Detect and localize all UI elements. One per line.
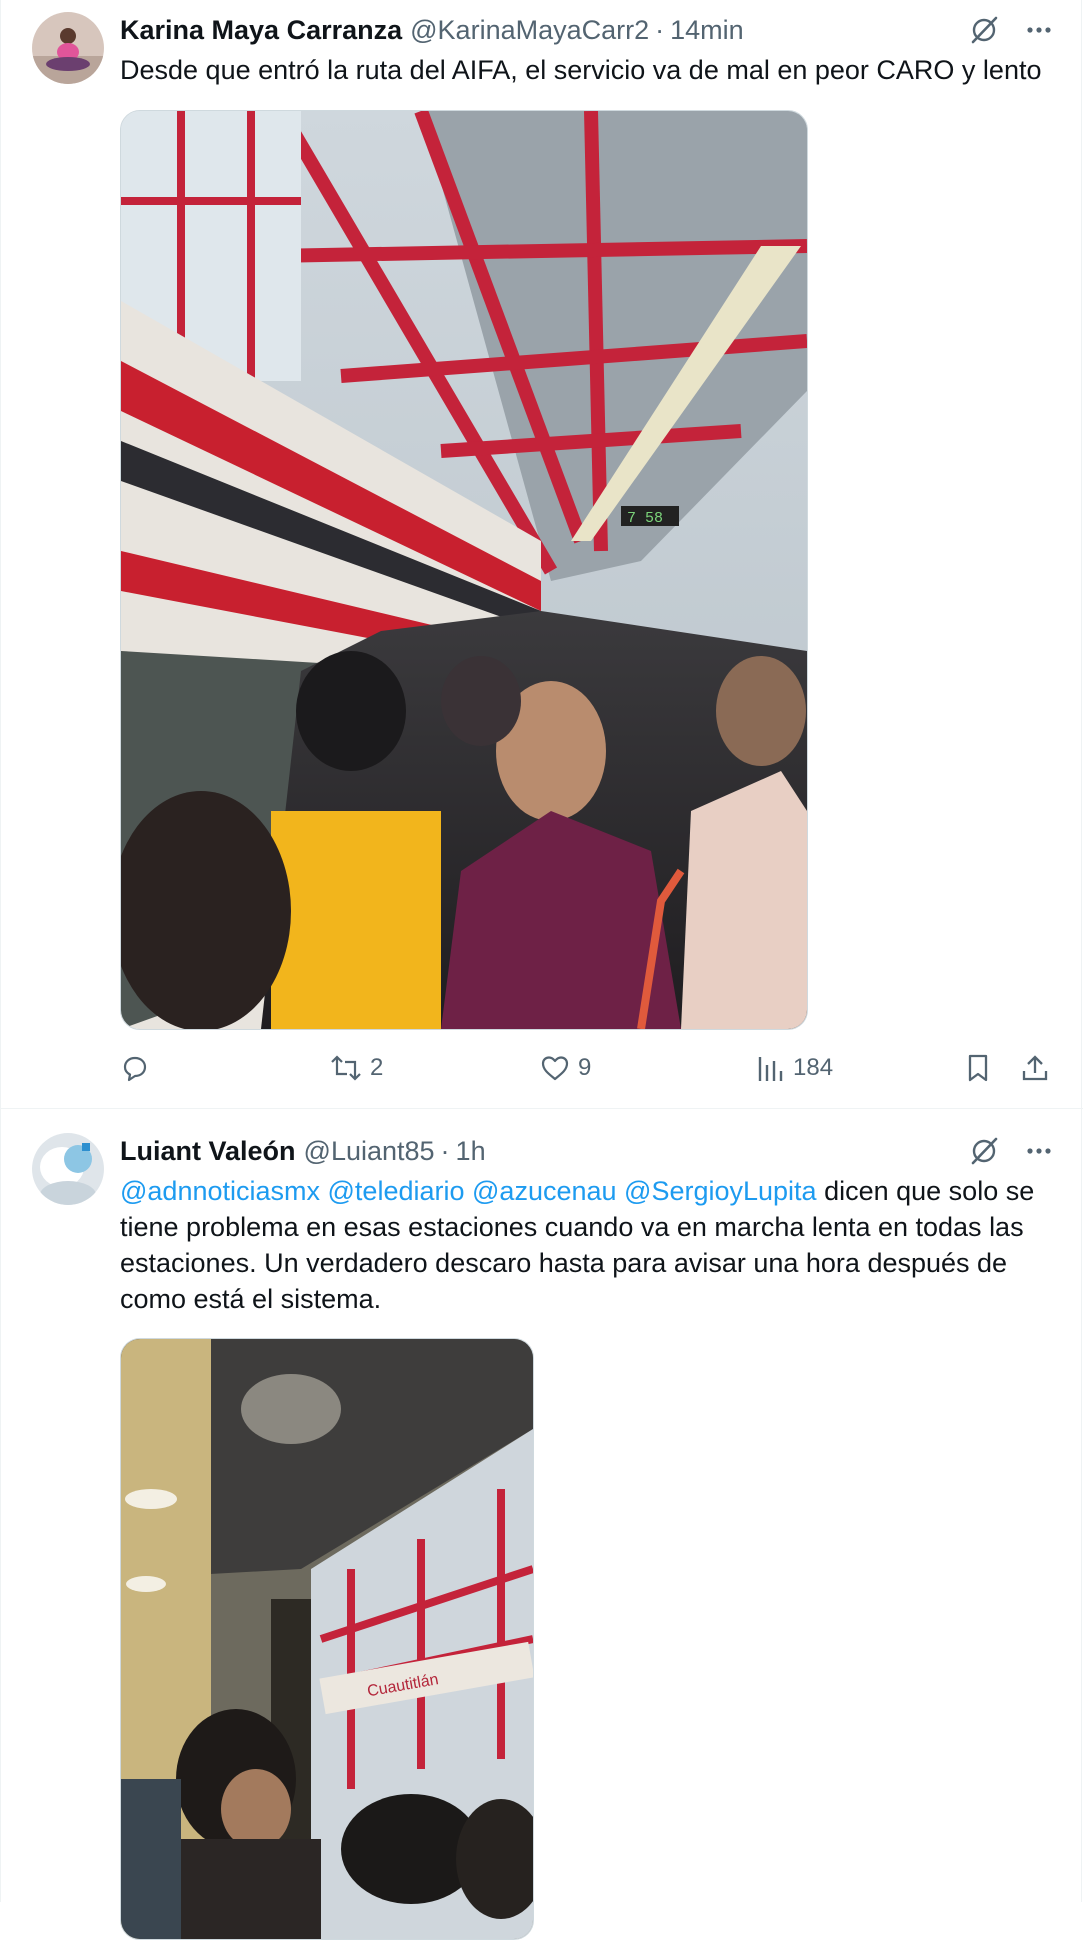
separator: · [440, 1135, 450, 1166]
mention-link[interactable]: @azucenau [472, 1176, 617, 1206]
views-button[interactable]: 184 [755, 1048, 833, 1088]
station-clock-text: 7 58 [627, 510, 663, 527]
author-name[interactable]: Karina Maya Carranza [120, 15, 402, 46]
tweet-photo[interactable]: Cuautitlán [120, 1338, 534, 1940]
bookmark-icon [963, 1053, 993, 1083]
reply-button[interactable] [120, 1048, 158, 1088]
views-count: 184 [793, 1054, 834, 1081]
author-name[interactable]: Luiant Valeón [120, 1136, 296, 1167]
author-handle[interactable]: @KarinaMayaCarr2 [410, 15, 649, 46]
tweet-1[interactable]: Karina Maya Carranza @KarinaMayaCarr2 · … [1, 0, 1083, 1107]
tweet-text: Desde que entró la ruta del AIFA, el ser… [120, 55, 1042, 85]
tweet-top-icons [969, 12, 1053, 48]
tweet-2[interactable]: Luiant Valeón @Luiant85 · 1h @adnnoticia… [1, 1109, 1083, 1940]
photo-train-platform: 7 58 [121, 111, 807, 1029]
views-bars-icon [755, 1053, 785, 1083]
share-button[interactable] [1020, 1048, 1050, 1088]
tweet-top-icons [969, 1133, 1053, 1169]
bookmark-button[interactable] [963, 1048, 993, 1088]
repost-button[interactable]: 2 [330, 1048, 383, 1088]
repost-arrows-icon [330, 1053, 362, 1083]
timeline-feed: Karina Maya Carranza @KarinaMayaCarr2 · … [0, 0, 1083, 1940]
timestamp[interactable]: 1h [456, 1136, 486, 1167]
avatar[interactable] [32, 12, 104, 84]
grok-slash-icon[interactable] [969, 1136, 999, 1166]
mention-link[interactable]: @adnnoticiasmx [120, 1176, 320, 1206]
mention-link[interactable]: @telediario [328, 1176, 465, 1206]
grok-slash-icon[interactable] [969, 15, 999, 45]
tweet-photo[interactable]: 7 58 [120, 110, 808, 1030]
like-count: 9 [578, 1054, 592, 1081]
heart-icon [540, 1053, 570, 1083]
reply-bubble-icon [120, 1053, 150, 1083]
tweet-text: @adnnoticiasmx @telediario @azucenau @Se… [120, 1173, 1060, 1317]
timestamp[interactable]: 14min [670, 15, 744, 46]
more-dots-icon[interactable] [1025, 16, 1053, 44]
mention-link[interactable]: @SergioyLupita [624, 1176, 817, 1206]
tweet-actions: 2 9 184 [120, 1048, 1056, 1088]
author-handle[interactable]: @Luiant85 [304, 1136, 435, 1167]
tweet-header: Karina Maya Carranza @KarinaMayaCarr2 · … [120, 12, 744, 48]
separator: · [655, 14, 665, 45]
tweet-header: Luiant Valeón @Luiant85 · 1h [120, 1133, 486, 1169]
avatar[interactable] [32, 1133, 104, 1205]
photo-train-door-view: Cuautitlán [121, 1339, 533, 1939]
more-dots-icon[interactable] [1025, 1137, 1053, 1165]
repost-count: 2 [370, 1054, 384, 1081]
like-button[interactable]: 9 [540, 1048, 591, 1088]
share-upload-icon [1020, 1053, 1050, 1083]
